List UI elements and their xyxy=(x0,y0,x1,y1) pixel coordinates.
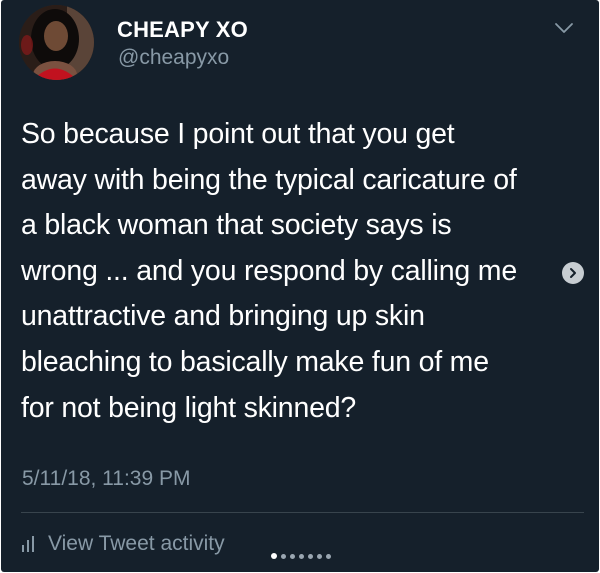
carousel-dot[interactable] xyxy=(299,553,304,559)
carousel-dot[interactable] xyxy=(308,553,313,559)
carousel-dot[interactable] xyxy=(326,553,331,559)
carousel-dot[interactable] xyxy=(290,553,295,559)
tweet-card: CHEAPY XO @cheapyxo So because I point o… xyxy=(1,0,599,572)
carousel-next-button[interactable] xyxy=(562,262,584,284)
bar-chart-icon xyxy=(22,536,34,552)
view-tweet-activity-link[interactable]: View Tweet activity xyxy=(21,530,225,558)
carousel-dot[interactable] xyxy=(317,553,322,559)
divider xyxy=(21,512,584,513)
carousel-dot[interactable] xyxy=(281,553,286,559)
chevron-down-icon[interactable] xyxy=(554,20,574,36)
tweet-text: So because I point out that you get away… xyxy=(21,118,517,424)
profile-photo-icon xyxy=(19,5,94,80)
view-tweet-activity-label: View Tweet activity xyxy=(48,532,225,555)
tweet-timestamp: 5/11/18, 11:39 PM xyxy=(22,467,191,490)
carousel-dot[interactable] xyxy=(271,553,277,559)
chevron-right-icon xyxy=(570,268,576,278)
display-name[interactable]: CHEAPY XO xyxy=(117,17,248,43)
user-handle[interactable]: @cheapyxo xyxy=(118,46,229,70)
carousel-dots xyxy=(271,552,331,560)
avatar[interactable] xyxy=(19,5,94,80)
